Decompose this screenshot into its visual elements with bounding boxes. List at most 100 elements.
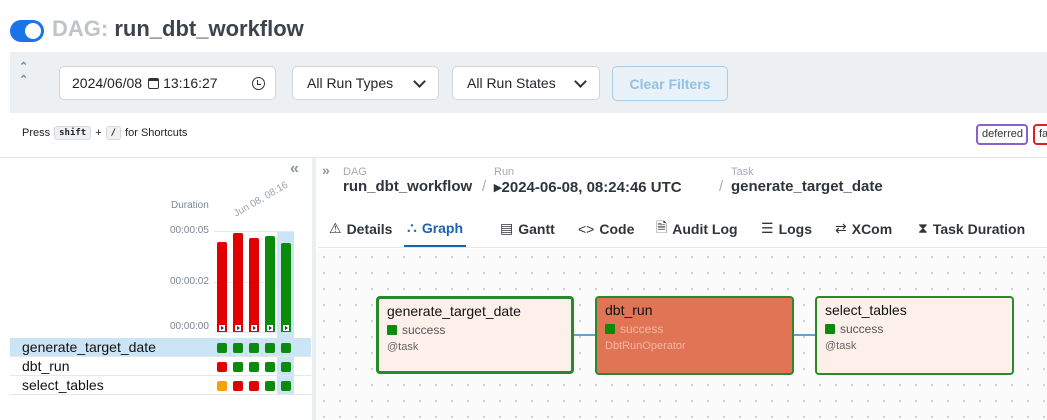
document-icon: 🗎 [656, 218, 668, 235]
task-row-select-tables[interactable]: select_tables [10, 376, 311, 395]
tab-graph[interactable]: ⛬ Graph [404, 210, 467, 247]
shortcut-plus: + [95, 127, 102, 139]
tab-gantt[interactable]: ▤ Gantt [500, 210, 555, 247]
tab-logs[interactable]: ☰ Logs [761, 210, 812, 247]
duration-label: Duration [171, 200, 209, 211]
run-bar-success[interactable] [281, 243, 291, 332]
tab-label: Graph [421, 219, 464, 236]
shortcut-key-slash: / [105, 126, 122, 140]
clear-filters-button[interactable]: Clear Filters [612, 66, 728, 101]
graph-canvas[interactable]: generate_target_date success @task dbt_r… [316, 249, 1047, 420]
legend-badge-failed[interactable]: failed [1033, 124, 1047, 145]
tab-label: Code [599, 220, 635, 237]
node-state-label: success [402, 323, 446, 337]
task-instance-cell[interactable] [281, 343, 291, 353]
node-state-label: success [620, 322, 664, 336]
breadcrumb-run[interactable]: ▸2024-06-08, 08:24:46 UTC [494, 178, 682, 196]
tab-label: Task Duration [932, 220, 1026, 237]
task-instance-cell[interactable] [233, 362, 243, 372]
play-icon [283, 325, 289, 331]
task-instance-cell[interactable] [217, 362, 227, 372]
chevron-double-right-icon[interactable]: » [322, 162, 330, 178]
run-bar-success[interactable] [265, 236, 275, 332]
breadcrumb-separator: / [719, 178, 724, 195]
tab-task-duration[interactable]: ⧗ Task Duration [918, 210, 1025, 247]
tab-label: Details [346, 220, 393, 237]
task-instance-cell[interactable] [265, 343, 275, 353]
graph-node-select-tables[interactable]: select_tables success @task [815, 296, 1014, 375]
run-bar-failed[interactable] [233, 233, 243, 332]
page-title: DAG: run_dbt_workflow [52, 16, 304, 42]
code-icon: <> [578, 220, 595, 237]
base-date-input[interactable]: 2024/06/08 13:16:27 [59, 66, 276, 100]
node-operator: DbtRunOperator [605, 340, 686, 352]
tab-label: Logs [778, 220, 813, 237]
task-instance-cell[interactable] [281, 362, 291, 372]
breadcrumb-task[interactable]: generate_target_date [731, 178, 883, 195]
breadcrumb-task-label: Task [731, 166, 754, 178]
tab-audit-log[interactable]: 🗎 Audit Log [656, 210, 738, 247]
task-row-dbt-run[interactable]: dbt_run [10, 357, 311, 376]
duration-tick: 00:00:02 [170, 276, 209, 287]
play-icon [267, 325, 273, 331]
clock-icon[interactable] [252, 77, 265, 90]
run-type-select[interactable]: All Run Types [292, 66, 439, 100]
task-name: dbt_run [22, 358, 70, 374]
run-bar-failed[interactable] [249, 238, 259, 332]
duration-tick: 00:00:00 [170, 321, 209, 332]
breadcrumb-separator: / [482, 178, 487, 195]
play-icon [235, 325, 241, 331]
chevron-double-left-icon[interactable]: « [290, 160, 299, 178]
shortcut-hint: Press shift + / for Shortcuts [22, 126, 187, 140]
task-instance-cell[interactable] [233, 381, 243, 391]
status-square [605, 324, 615, 334]
graph-edge [793, 334, 815, 336]
status-square [387, 325, 397, 335]
run-state-select[interactable]: All Run States [452, 66, 600, 100]
title-prefix: DAG: [52, 16, 109, 41]
graph-node-dbt-run[interactable]: dbt_run success DbtRunOperator [595, 296, 794, 375]
task-instance-cell[interactable] [217, 343, 227, 353]
task-instance-cell[interactable] [265, 381, 275, 391]
list-icon: ☰ [761, 220, 774, 236]
task-instance-cell[interactable] [217, 381, 227, 391]
node-state: success [605, 322, 663, 336]
tab-label: Audit Log [672, 220, 738, 237]
breadcrumb: » DAG run_dbt_workflow / Run ▸2024-06-08… [322, 162, 1042, 200]
chevron-double-up-icon[interactable]: ⌃ ⌃ [19, 60, 28, 86]
dag-pause-toggle[interactable] [10, 20, 44, 42]
tab-label: Gantt [518, 220, 555, 237]
tab-xcom[interactable]: ⇄ XCom [835, 210, 892, 247]
task-row-generate-target-date[interactable]: generate_target_date [10, 338, 311, 357]
tab-details[interactable]: ⚠ Details [329, 210, 392, 247]
legend-badge-deferred[interactable]: deferred [976, 124, 1028, 145]
warning-icon: ⚠ [329, 220, 342, 236]
breadcrumb-dag[interactable]: run_dbt_workflow [343, 178, 472, 195]
tab-code[interactable]: <> Code [578, 210, 634, 247]
task-instance-cell[interactable] [249, 362, 259, 372]
task-instance-cell[interactable] [265, 362, 275, 372]
node-operator: @task [387, 341, 419, 353]
shortcut-suffix: for Shortcuts [125, 127, 188, 139]
filter-bar: ⌃ ⌃ 2024/06/08 13:16:27 All Run Types All… [10, 52, 1047, 113]
calendar-icon[interactable] [148, 77, 160, 89]
duration-tick: 00:00:05 [170, 225, 209, 236]
run-bar-failed[interactable] [217, 242, 227, 332]
node-state: success [825, 322, 883, 336]
header: DAG: run_dbt_workflow [0, 0, 1047, 52]
node-name: dbt_run [605, 302, 653, 318]
task-instance-cell[interactable] [233, 343, 243, 353]
node-state: success [387, 323, 445, 337]
detail-tabs: ⚠ Details ⛬ Graph ▤ Gantt <> Code 🗎 Audit Log… [318, 210, 1047, 248]
graph-node-generate-target-date[interactable]: generate_target_date success @task [376, 296, 574, 374]
base-time-value: 13:16:27 [163, 75, 218, 91]
graph-edge [573, 334, 595, 336]
base-date-value: 2024/06/08 [72, 75, 143, 91]
status-square [825, 324, 835, 334]
task-instance-cell[interactable] [281, 381, 291, 391]
hourglass-icon: ⧗ [918, 220, 928, 236]
gantt-icon: ▤ [500, 220, 514, 236]
task-instance-cell[interactable] [249, 381, 259, 391]
play-icon [251, 325, 257, 331]
task-instance-cell[interactable] [249, 343, 259, 353]
